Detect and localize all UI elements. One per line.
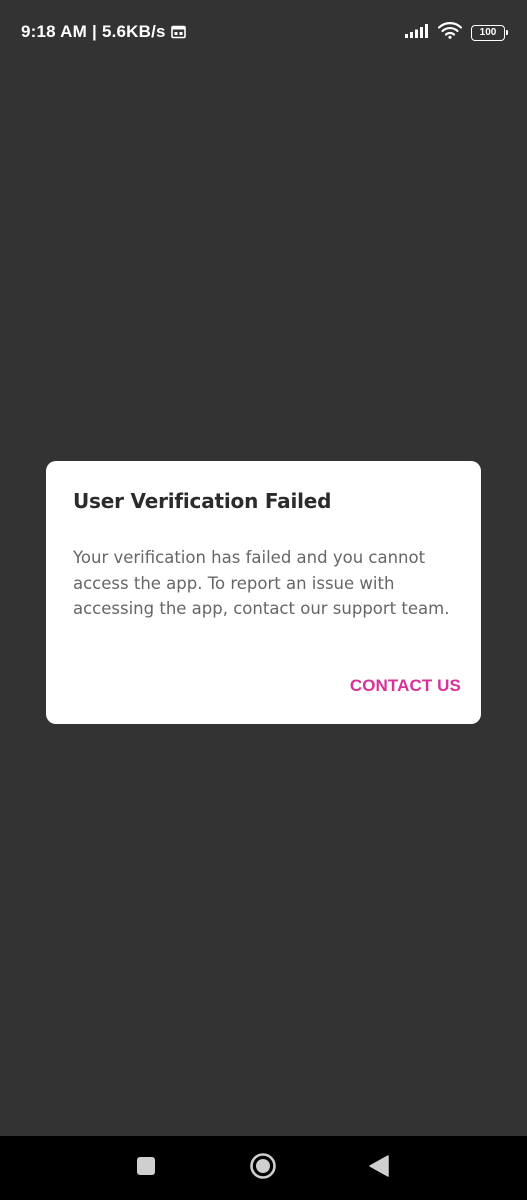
navigation-bar: [0, 1136, 527, 1200]
back-icon: [369, 1155, 389, 1181]
contact-us-button[interactable]: CONTACT US: [350, 676, 461, 696]
home-button[interactable]: [233, 1136, 293, 1200]
wifi-icon: [437, 22, 463, 43]
calendar-icon: [170, 25, 186, 39]
status-separator: |: [91, 22, 97, 41]
dialog-message: Your verification has failed and you can…: [73, 548, 450, 618]
status-right: 100: [405, 22, 508, 43]
status-bar: 9:18 AM | 5.6KB/s 100: [0, 0, 527, 64]
status-time: 9:18 AM: [21, 22, 87, 41]
recents-button[interactable]: [116, 1136, 176, 1200]
network-speed: 5.6KB/s: [101, 22, 166, 41]
verification-failed-dialog: User Verification Failed Your verificati…: [46, 461, 481, 724]
battery-level: 100: [479, 26, 497, 38]
status-left: 9:18 AM | 5.6KB/s: [21, 22, 186, 42]
home-icon: [249, 1152, 277, 1184]
back-button[interactable]: [349, 1136, 409, 1200]
recents-icon: [136, 1156, 156, 1180]
dialog-title: User Verification Failed: [73, 489, 332, 513]
battery-icon: 100: [471, 24, 508, 41]
signal-icon: [405, 23, 429, 42]
